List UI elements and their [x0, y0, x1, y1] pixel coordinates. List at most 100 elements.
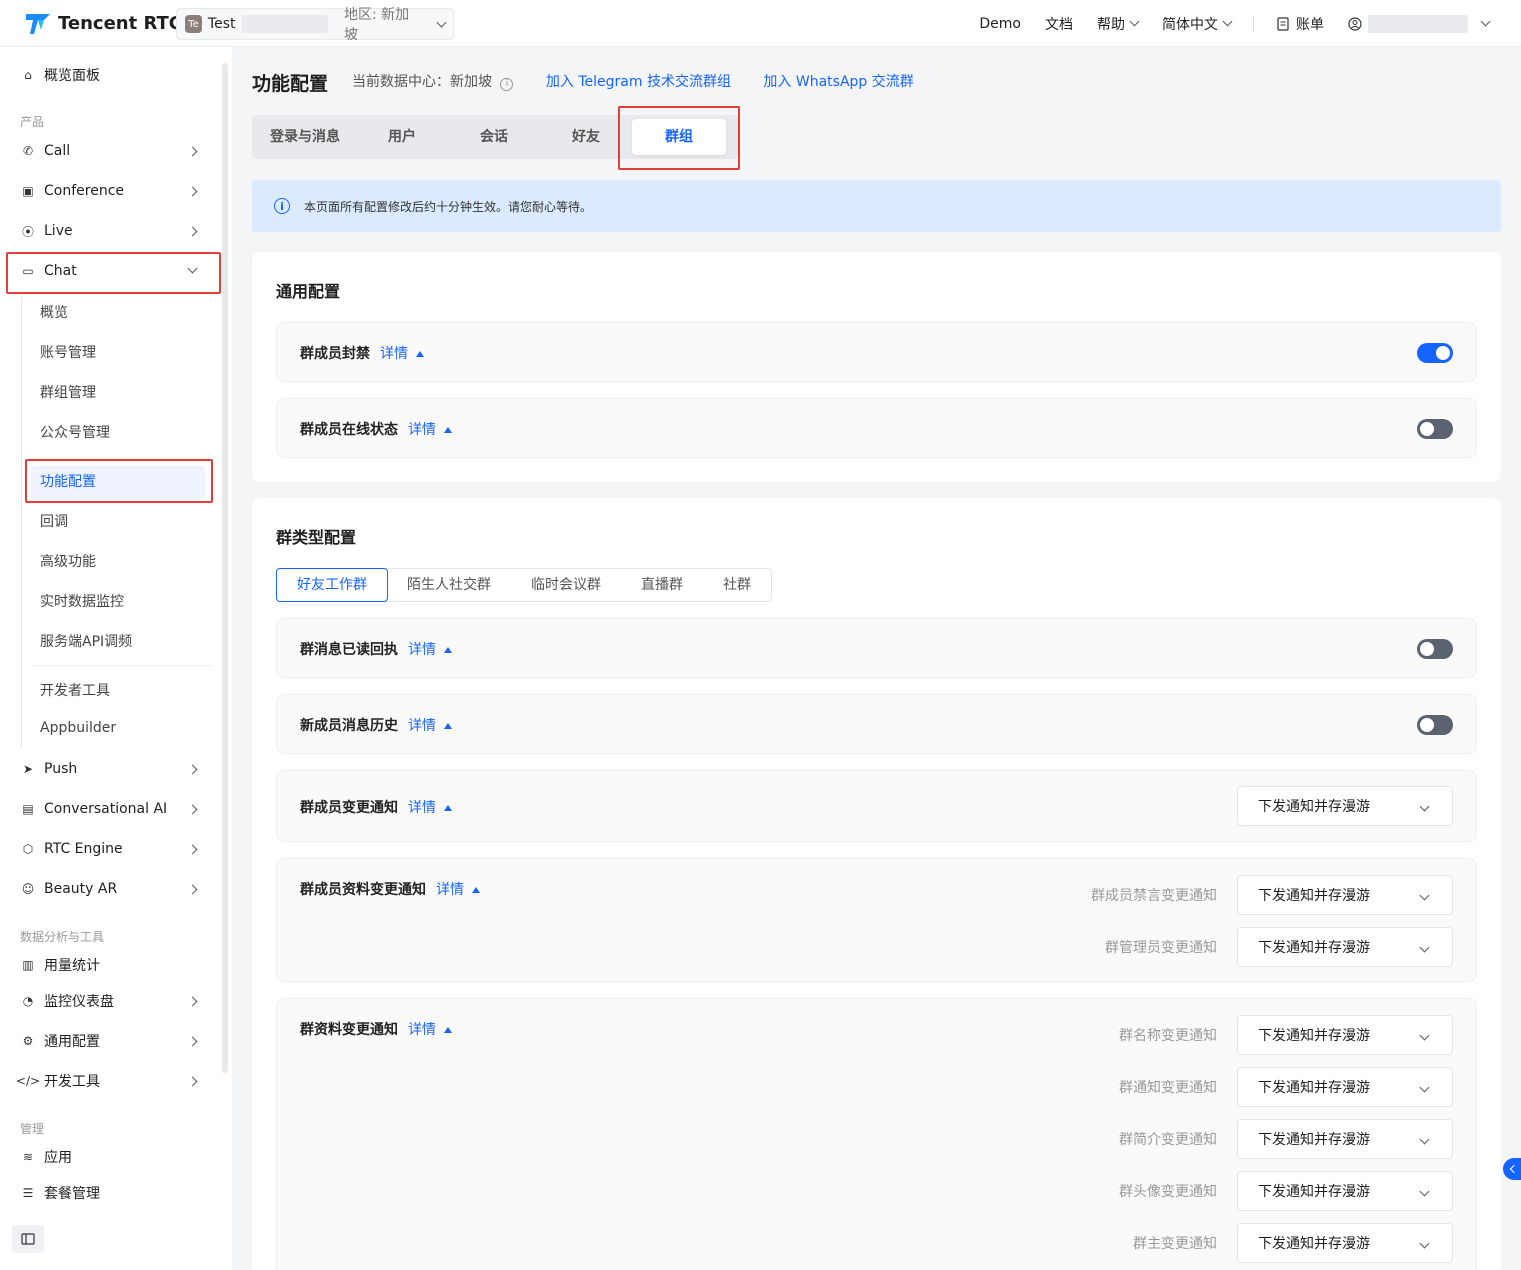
group-type-tab-public[interactable]: 陌生人社交群	[387, 569, 511, 601]
caret-up-icon	[416, 351, 424, 357]
page-title: 功能配置	[252, 73, 329, 95]
sidebar-item-rtc-engine[interactable]: ⬡ RTC Engine	[20, 834, 200, 864]
server-icon: ☰	[22, 1186, 34, 1200]
info-icon[interactable]: i	[500, 78, 514, 91]
submenu-appbuilder[interactable]: Appbuilder	[40, 720, 116, 736]
group-avatar-notify-select[interactable]: 下发通知并存漫游	[1237, 1171, 1453, 1211]
sidebar-item-overview[interactable]: ⌂ 概览面板	[20, 60, 200, 90]
sidebar-item-label: Call	[44, 143, 71, 159]
floating-expand-button[interactable]	[1503, 1158, 1521, 1180]
tab-friend[interactable]: 好友	[572, 115, 600, 159]
select-value: 下发通知并存漫游	[1258, 888, 1370, 904]
nav-help[interactable]: 帮助	[1085, 14, 1150, 34]
nav-docs-label: 文档	[1045, 16, 1073, 33]
mute-change-notify-select[interactable]: 下发通知并存漫游	[1237, 875, 1453, 915]
card-title: 群类型配置	[276, 528, 357, 547]
telegram-link[interactable]: 加入 Telegram 技术交流群组	[546, 74, 731, 90]
sidebar-item-label: 通用配置	[44, 1034, 100, 1050]
group-intro-notify-select[interactable]: 下发通知并存漫游	[1237, 1119, 1453, 1159]
toggle-new-member-history[interactable]	[1417, 715, 1453, 735]
group-name-notify-select[interactable]: 下发通知并存漫游	[1237, 1015, 1453, 1055]
nav-demo[interactable]: Demo	[967, 16, 1033, 32]
chevron-down-icon	[1419, 1082, 1430, 1093]
detail-link[interactable]: 详情	[408, 718, 436, 734]
submenu-server-api[interactable]: 服务端API调频	[40, 631, 132, 651]
sidebar-item-label: 套餐管理	[44, 1186, 100, 1202]
detail-link[interactable]: 详情	[436, 882, 464, 898]
group-type-tab-meeting[interactable]: 临时会议群	[511, 569, 621, 601]
sidebar-item-usage[interactable]: ▥ 用量统计	[20, 950, 200, 980]
submenu-realtime-monitor[interactable]: 实时数据监控	[40, 591, 124, 611]
submenu-account[interactable]: 账号管理	[40, 342, 96, 362]
top-nav: Demo 文档 帮助 简体中文 账单	[967, 0, 1501, 47]
sidebar-item-live[interactable]: ⦿ Live	[20, 216, 200, 246]
logo[interactable]: Tencent RTC	[24, 10, 182, 36]
submenu-advanced[interactable]: 高级功能	[40, 551, 96, 571]
sidebar-item-label: Live	[44, 223, 73, 239]
sidebar-item-dev-tools[interactable]: </> 开发工具	[16, 1066, 200, 1096]
highlight-box-group-tab	[618, 106, 740, 170]
group-notice-notify-select[interactable]: 下发通知并存漫游	[1237, 1067, 1453, 1107]
sidebar-item-conference[interactable]: ▣ Conference	[20, 176, 200, 206]
cube-icon: ⬡	[22, 842, 34, 856]
nav-billing[interactable]: 账单	[1264, 14, 1336, 34]
member-change-notify-select[interactable]: 下发通知并存漫游	[1237, 786, 1453, 826]
nav-demo-label: Demo	[979, 15, 1021, 32]
submenu-callback[interactable]: 回调	[40, 511, 68, 531]
sidebar-item-label: RTC Engine	[44, 841, 123, 857]
toggle-member-ban[interactable]	[1417, 343, 1453, 363]
project-badge: Te	[185, 15, 202, 33]
sidebar-item-conversational-ai[interactable]: ▤ Conversational AI	[20, 794, 200, 824]
toggle-read-receipt[interactable]	[1417, 639, 1453, 659]
sidebar-item-apps[interactable]: ≋ 应用	[20, 1142, 200, 1172]
submenu-overview[interactable]: 概览	[40, 302, 68, 322]
chevron-right-icon	[187, 186, 198, 196]
sidebar-scrollbar[interactable]	[222, 63, 228, 1073]
whatsapp-link[interactable]: 加入 WhatsApp 交流群	[763, 74, 913, 90]
admin-change-notify-select[interactable]: 下发通知并存漫游	[1237, 927, 1453, 967]
row-label: 群成员资料变更通知 详情	[300, 879, 480, 899]
sidebar-item-push[interactable]: ➤ Push	[20, 754, 200, 784]
sidebar-item-monitor[interactable]: ◔ 监控仪表盘	[20, 986, 200, 1016]
submenu-official-account[interactable]: 公众号管理	[40, 422, 110, 442]
sidebar-item-label: Beauty AR	[44, 881, 118, 897]
sub-option-label: 群主变更通知	[1133, 1236, 1217, 1252]
group-type-tab-community[interactable]: 社群	[703, 569, 771, 601]
caret-up-icon	[472, 887, 480, 893]
toggle-member-online-status[interactable]	[1417, 419, 1453, 439]
select-value: 下发通知并存漫游	[1258, 1236, 1370, 1252]
chevron-right-icon	[187, 146, 198, 156]
project-selector[interactable]: Te Test 地区: 新加坡	[176, 7, 454, 43]
nav-docs[interactable]: 文档	[1033, 14, 1085, 34]
sidebar-item-label: 应用	[44, 1150, 72, 1166]
group-type-tab-avchatroom[interactable]: 直播群	[621, 569, 703, 601]
config-row: 群成员变更通知 详情 下发通知并存漫游	[276, 770, 1477, 842]
detail-link[interactable]: 详情	[408, 800, 436, 816]
sidebar-collapse-button[interactable]	[12, 1225, 44, 1253]
row-label-text: 群资料变更通知	[300, 1022, 398, 1038]
general-config-card: 通用配置 群成员封禁 详情 群成员在线状态 详情	[252, 252, 1501, 482]
sidebar-item-label: 用量统计	[44, 958, 100, 974]
group-owner-notify-select[interactable]: 下发通知并存漫游	[1237, 1223, 1453, 1263]
submenu-dev-tools[interactable]: 开发者工具	[40, 680, 110, 700]
user-menu[interactable]	[1336, 14, 1501, 33]
detail-link[interactable]: 详情	[408, 1022, 436, 1038]
sidebar-item-packages[interactable]: ☰ 套餐管理	[20, 1178, 200, 1208]
highlight-box-feature-config	[25, 459, 213, 503]
tab-user[interactable]: 用户	[388, 115, 416, 159]
chevron-down-icon	[1419, 890, 1430, 901]
group-type-tab-work[interactable]: 好友工作群	[276, 568, 388, 602]
tab-login-message[interactable]: 登录与消息	[270, 115, 340, 159]
select-value: 下发通知并存漫游	[1258, 1184, 1370, 1200]
nav-language[interactable]: 简体中文	[1150, 14, 1243, 34]
nav-billing-label: 账单	[1296, 16, 1324, 33]
bill-icon	[1277, 16, 1289, 31]
sidebar-item-general-config[interactable]: ⚙ 通用配置	[20, 1026, 200, 1056]
detail-link[interactable]: 详情	[380, 346, 408, 362]
detail-link[interactable]: 详情	[408, 422, 436, 438]
sidebar-item-call[interactable]: ✆ Call	[20, 136, 200, 166]
detail-link[interactable]: 详情	[408, 642, 436, 658]
tab-conversation[interactable]: 会话	[480, 115, 508, 159]
sidebar-item-beauty-ar[interactable]: ☺ Beauty AR	[20, 874, 200, 904]
submenu-group-management[interactable]: 群组管理	[40, 382, 96, 402]
